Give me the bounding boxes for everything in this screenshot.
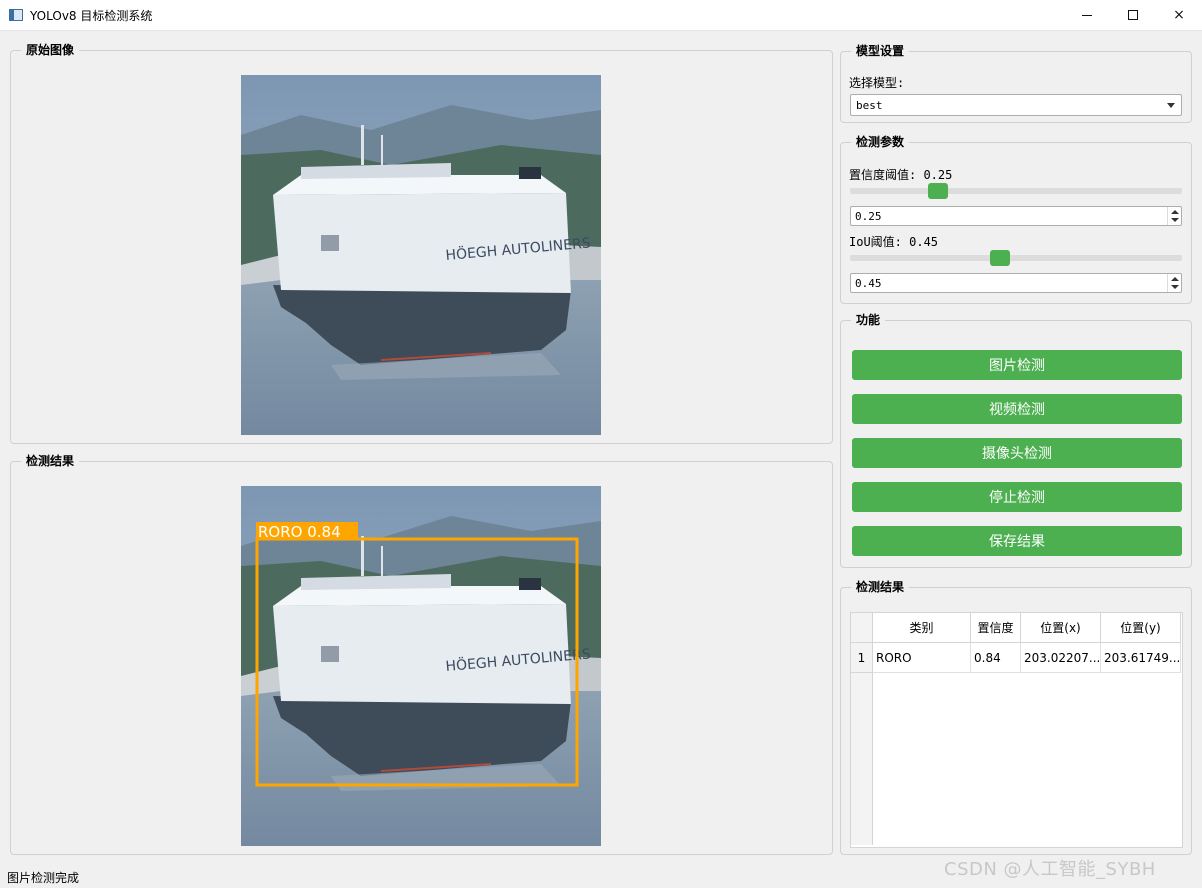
camera-detect-button[interactable]: 摄像头检测 [852, 438, 1182, 468]
model-settings-title: 模型设置 [851, 43, 910, 59]
spin-up-icon [1171, 277, 1179, 281]
results-table-title: 检测结果 [851, 579, 910, 595]
confidence-label: 置信度阈值: 0.25 [849, 168, 953, 182]
iou-label: IoU阈值: 0.45 [849, 235, 939, 249]
result-image-title: 检测结果 [21, 453, 80, 469]
original-image-title: 原始图像 [21, 42, 80, 58]
cell-position-x[interactable]: 203.02207... [1021, 643, 1101, 673]
iou-spinbox[interactable]: 0.45 [850, 273, 1182, 293]
header-position-y[interactable]: 位置(y) [1101, 613, 1181, 643]
cell-class[interactable]: RORO [873, 643, 971, 673]
window-title: YOLOv8 目标检测系统 [30, 9, 153, 23]
iou-slider[interactable] [850, 255, 1182, 261]
spin-up-icon [1171, 210, 1179, 214]
header-class[interactable]: 类别 [873, 613, 971, 643]
confidence-spinbox[interactable]: 0.25 [850, 206, 1182, 226]
spin-down-icon [1171, 285, 1179, 289]
confidence-spinbox-arrows[interactable] [1167, 207, 1181, 225]
detected-ship-picture: HÖEGH AUTOLINERS RORO 0.84 [241, 486, 601, 846]
watermark: CSDN @人工智能_SYBH [944, 859, 1156, 880]
spin-down-icon [1171, 218, 1179, 222]
result-image-group: 检测结果 HÖEGH AUTOLINERS RORO 0.84 [10, 453, 833, 855]
results-table-group: 检测结果 类别 置信度 位置(x) 位置(y) 1 RORO 0.84 203.… [840, 579, 1192, 855]
ship-picture: HÖEGH AUTOLINERS [241, 75, 601, 435]
detection-params-group: 检测参数 置信度阈值: 0.25 0.25 IoU阈值: 0.45 0.45 [840, 134, 1192, 304]
close-button[interactable]: × [1156, 0, 1202, 30]
chevron-down-icon [1167, 103, 1175, 108]
iou-slider-handle[interactable] [990, 250, 1010, 266]
minimize-button[interactable] [1064, 0, 1110, 30]
detection-params-title: 检测参数 [851, 134, 910, 150]
confidence-slider[interactable] [850, 188, 1182, 194]
video-detect-button[interactable]: 视频检测 [852, 394, 1182, 424]
status-text: 图片检测完成 [7, 871, 80, 885]
maximize-icon [1128, 10, 1138, 20]
stop-detect-button[interactable]: 停止检测 [852, 482, 1182, 512]
detection-label: RORO 0.84 [258, 523, 341, 541]
minimize-icon [1082, 14, 1092, 16]
save-results-button[interactable]: 保存结果 [852, 526, 1182, 556]
confidence-spinbox-value: 0.25 [855, 210, 882, 223]
iou-spinbox-value: 0.45 [855, 277, 882, 290]
table-corner[interactable] [851, 613, 873, 643]
select-model-label: 选择模型: [849, 76, 905, 90]
results-table[interactable]: 类别 置信度 位置(x) 位置(y) 1 RORO 0.84 203.02207… [850, 612, 1183, 848]
result-image: HÖEGH AUTOLINERS RORO 0.84 [241, 486, 601, 846]
title-bar: YOLOv8 目标检测系统 × [0, 0, 1202, 31]
original-image: HÖEGH AUTOLINERS [241, 75, 601, 435]
close-icon: × [1173, 7, 1185, 23]
cell-confidence[interactable]: 0.84 [971, 643, 1021, 673]
confidence-slider-handle[interactable] [928, 183, 948, 199]
model-select-value: best [856, 99, 883, 112]
header-confidence[interactable]: 置信度 [971, 613, 1021, 643]
maximize-button[interactable] [1110, 0, 1156, 30]
original-image-group: 原始图像 HÖEGH AUTOLINERS [10, 42, 833, 444]
functions-title: 功能 [851, 312, 886, 328]
header-position-x[interactable]: 位置(x) [1021, 613, 1101, 643]
row-number[interactable]: 1 [851, 643, 873, 673]
app-icon [9, 9, 23, 21]
functions-group: 功能 图片检测 视频检测 摄像头检测 停止检测 保存结果 [840, 312, 1192, 568]
image-detect-button[interactable]: 图片检测 [852, 350, 1182, 380]
row-header-column [851, 643, 873, 845]
model-select[interactable]: best [850, 94, 1182, 116]
iou-spinbox-arrows[interactable] [1167, 274, 1181, 292]
cell-position-y[interactable]: 203.61749... [1101, 643, 1181, 673]
model-settings-group: 模型设置 选择模型: best [840, 43, 1192, 123]
